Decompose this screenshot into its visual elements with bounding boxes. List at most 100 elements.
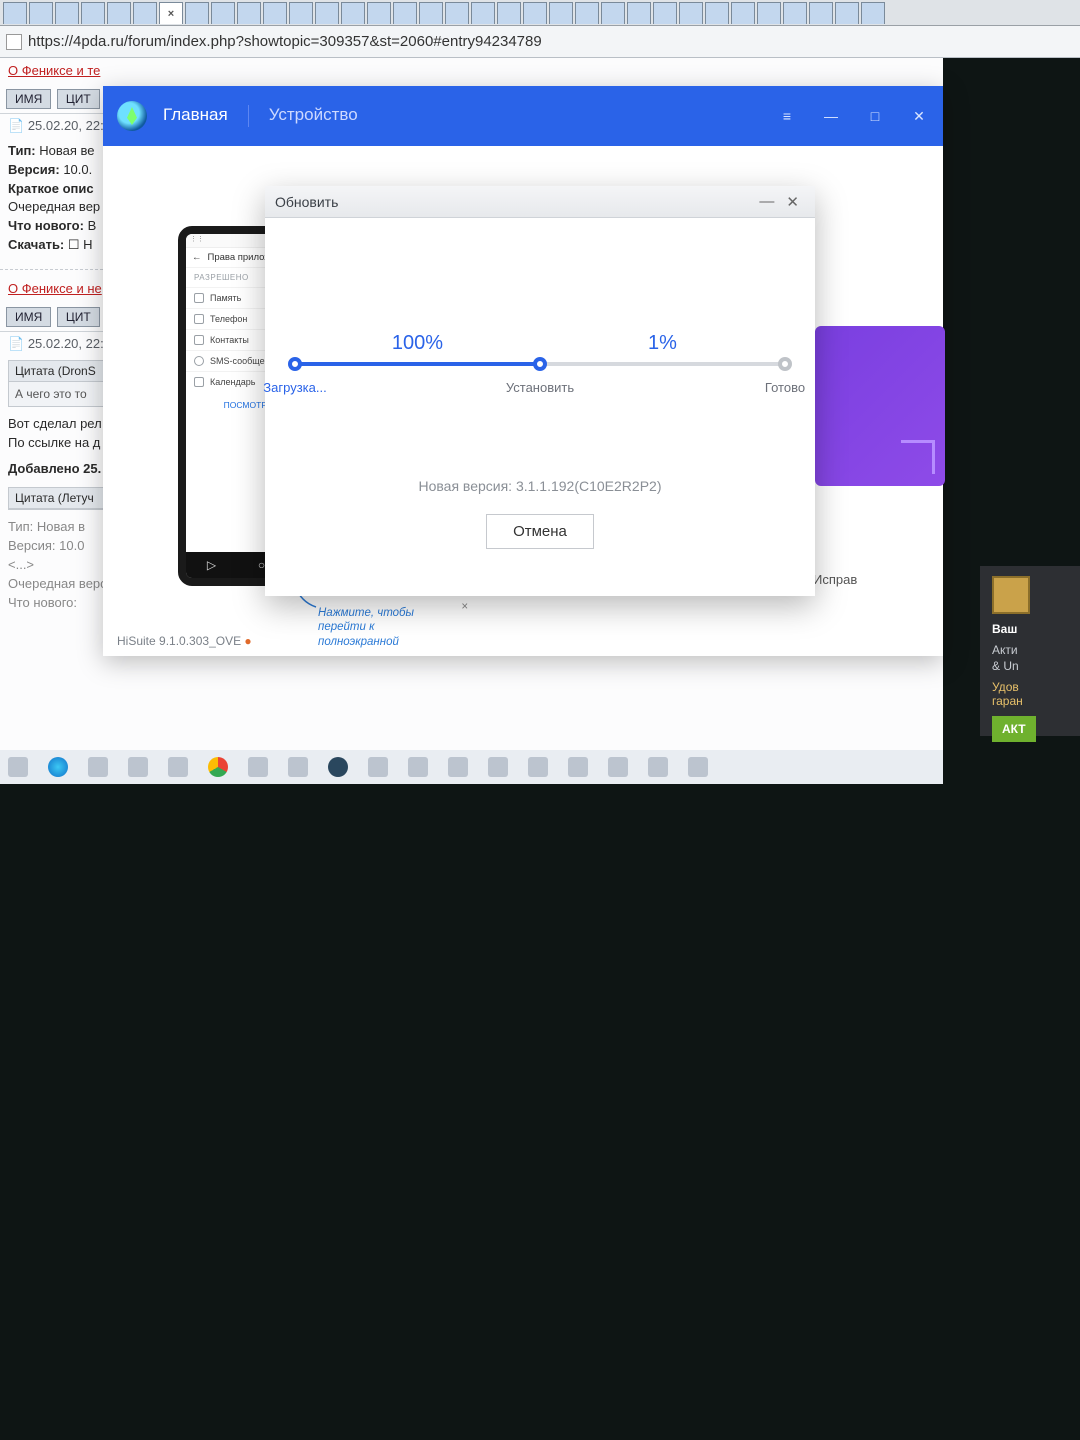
browser-tab[interactable]	[601, 2, 625, 24]
browser-tab[interactable]	[783, 2, 807, 24]
address-bar: https://4pda.ru/forum/index.php?showtopi…	[0, 26, 1080, 58]
browser-tab[interactable]	[757, 2, 781, 24]
browser-tab[interactable]	[471, 2, 495, 24]
taskbar-app-icon[interactable]	[608, 757, 628, 777]
modal-title: Обновить	[275, 194, 338, 210]
browser-tab[interactable]	[809, 2, 833, 24]
browser-tab[interactable]	[185, 2, 209, 24]
toast-title: Ваш	[992, 622, 1070, 636]
post-desc-label: Краткое опис	[8, 181, 94, 196]
taskbar-app-icon[interactable]	[248, 757, 268, 777]
forum-warning-link[interactable]: О Фениксе и те	[8, 63, 100, 78]
tab-main[interactable]: Главная	[163, 105, 228, 127]
maximize-icon[interactable]: □	[865, 106, 885, 126]
post-added-line: Добавлено 25.	[8, 461, 101, 476]
tab-device[interactable]: Устройство	[269, 105, 358, 127]
browser-tab[interactable]	[575, 2, 599, 24]
browser-tab[interactable]	[107, 2, 131, 24]
taskbar-excel-icon[interactable]	[448, 757, 468, 777]
browser-tab[interactable]	[29, 2, 53, 24]
grey-new: Что нового:	[8, 595, 77, 610]
taskbar-settings-icon[interactable]	[408, 757, 428, 777]
browser-tab[interactable]	[289, 2, 313, 24]
browser-tab[interactable]	[133, 2, 157, 24]
browser-tab[interactable]	[263, 2, 287, 24]
memory-icon	[194, 293, 204, 303]
browser-tab[interactable]	[861, 2, 885, 24]
grey-dots: <...>	[8, 557, 34, 572]
nav-triangle-icon[interactable]: ▷	[207, 558, 216, 572]
browser-tab[interactable]	[653, 2, 677, 24]
toast-line: гаран	[992, 694, 1023, 708]
hint-text: Нажмите, чтобы перейти к полноэкранной	[318, 607, 414, 648]
browser-tab[interactable]	[419, 2, 443, 24]
taskbar-app-icon[interactable]	[528, 757, 548, 777]
browser-tab[interactable]	[835, 2, 859, 24]
browser-tab[interactable]	[445, 2, 469, 24]
close-icon[interactable]: ✕	[909, 106, 929, 126]
modal-minimize-icon[interactable]: —	[753, 193, 780, 210]
hint-close-icon[interactable]: ×	[461, 600, 468, 614]
phone-status-left: ⋮⋮	[190, 235, 204, 246]
taskbar-app-icon[interactable]	[288, 757, 308, 777]
browser-tab[interactable]	[341, 2, 365, 24]
browser-tab[interactable]	[497, 2, 521, 24]
back-icon[interactable]: ←	[192, 252, 202, 263]
progress-node-3	[778, 357, 792, 371]
browser-tab[interactable]	[627, 2, 651, 24]
taskbar-app-icon[interactable]	[88, 757, 108, 777]
browser-tab[interactable]	[3, 2, 27, 24]
browser-tab[interactable]	[731, 2, 755, 24]
toast-line: & Un	[992, 659, 1019, 673]
hisuite-titlebar: Главная Устройство ≡ — □ ✕	[103, 86, 943, 146]
modal-close-icon[interactable]: ✕	[780, 193, 805, 211]
forum-warning-link-2[interactable]: О Фениксе и не	[8, 281, 102, 296]
forum-name-button[interactable]: ИМЯ	[6, 89, 51, 109]
browser-tab[interactable]	[237, 2, 261, 24]
taskbar-steam-icon[interactable]	[328, 757, 348, 777]
taskbar-app-icon[interactable]	[688, 757, 708, 777]
forum-quote-button[interactable]: ЦИТ	[57, 307, 100, 327]
update-progress: 100% 1% Загрузка... Установить Готово	[295, 338, 785, 388]
url-text[interactable]: https://4pda.ru/forum/index.php?showtopi…	[28, 33, 542, 50]
cancel-button[interactable]: Отмена	[486, 514, 594, 549]
toast-line: Удов	[992, 680, 1019, 694]
browser-tab[interactable]	[81, 2, 105, 24]
post-version-label: Версия:	[8, 162, 60, 177]
browser-tab[interactable]	[55, 2, 79, 24]
menu-icon[interactable]: ≡	[777, 106, 797, 126]
repair-label: Исправ	[813, 572, 857, 587]
browser-tab[interactable]	[211, 2, 235, 24]
taskbar-explorer-icon[interactable]	[8, 757, 28, 777]
taskbar-app-icon[interactable]	[368, 757, 388, 777]
fullscreen-hint: Нажмите, чтобы перейти к полноэкранной ×	[318, 606, 458, 649]
step-done: Готово	[765, 380, 805, 395]
taskbar-store-icon[interactable]	[128, 757, 148, 777]
browser-tab-active[interactable]: ×	[159, 2, 183, 24]
browser-tab[interactable]	[679, 2, 703, 24]
apps-card[interactable]	[815, 326, 945, 486]
browser-tab[interactable]	[549, 2, 573, 24]
toast-activate-button[interactable]: АКТ	[992, 716, 1036, 742]
taskbar-app-icon[interactable]	[568, 757, 588, 777]
browser-tab[interactable]	[523, 2, 547, 24]
post-download-value: Н	[83, 237, 92, 252]
browser-tab[interactable]	[367, 2, 391, 24]
browser-tab[interactable]	[705, 2, 729, 24]
phone-icon	[194, 314, 204, 324]
taskbar-dropbox-icon[interactable]	[168, 757, 188, 777]
browser-tab[interactable]	[315, 2, 339, 24]
forum-name-button[interactable]: ИМЯ	[6, 307, 51, 327]
page-icon	[6, 34, 22, 50]
winzip-toast[interactable]: Ваш Акти& Un Удовгаран АКТ	[980, 566, 1080, 736]
post-type-label: Тип:	[8, 143, 36, 158]
taskbar-mail-icon[interactable]	[488, 757, 508, 777]
taskbar-chrome-icon[interactable]	[208, 757, 228, 777]
taskbar-edge-icon[interactable]	[48, 757, 68, 777]
hisuite-logo-icon	[117, 101, 147, 131]
grey-ver: Версия: 10.0	[8, 538, 84, 553]
taskbar-app-icon[interactable]	[648, 757, 668, 777]
browser-tab[interactable]	[393, 2, 417, 24]
forum-quote-button[interactable]: ЦИТ	[57, 89, 100, 109]
minimize-icon[interactable]: —	[821, 106, 841, 126]
